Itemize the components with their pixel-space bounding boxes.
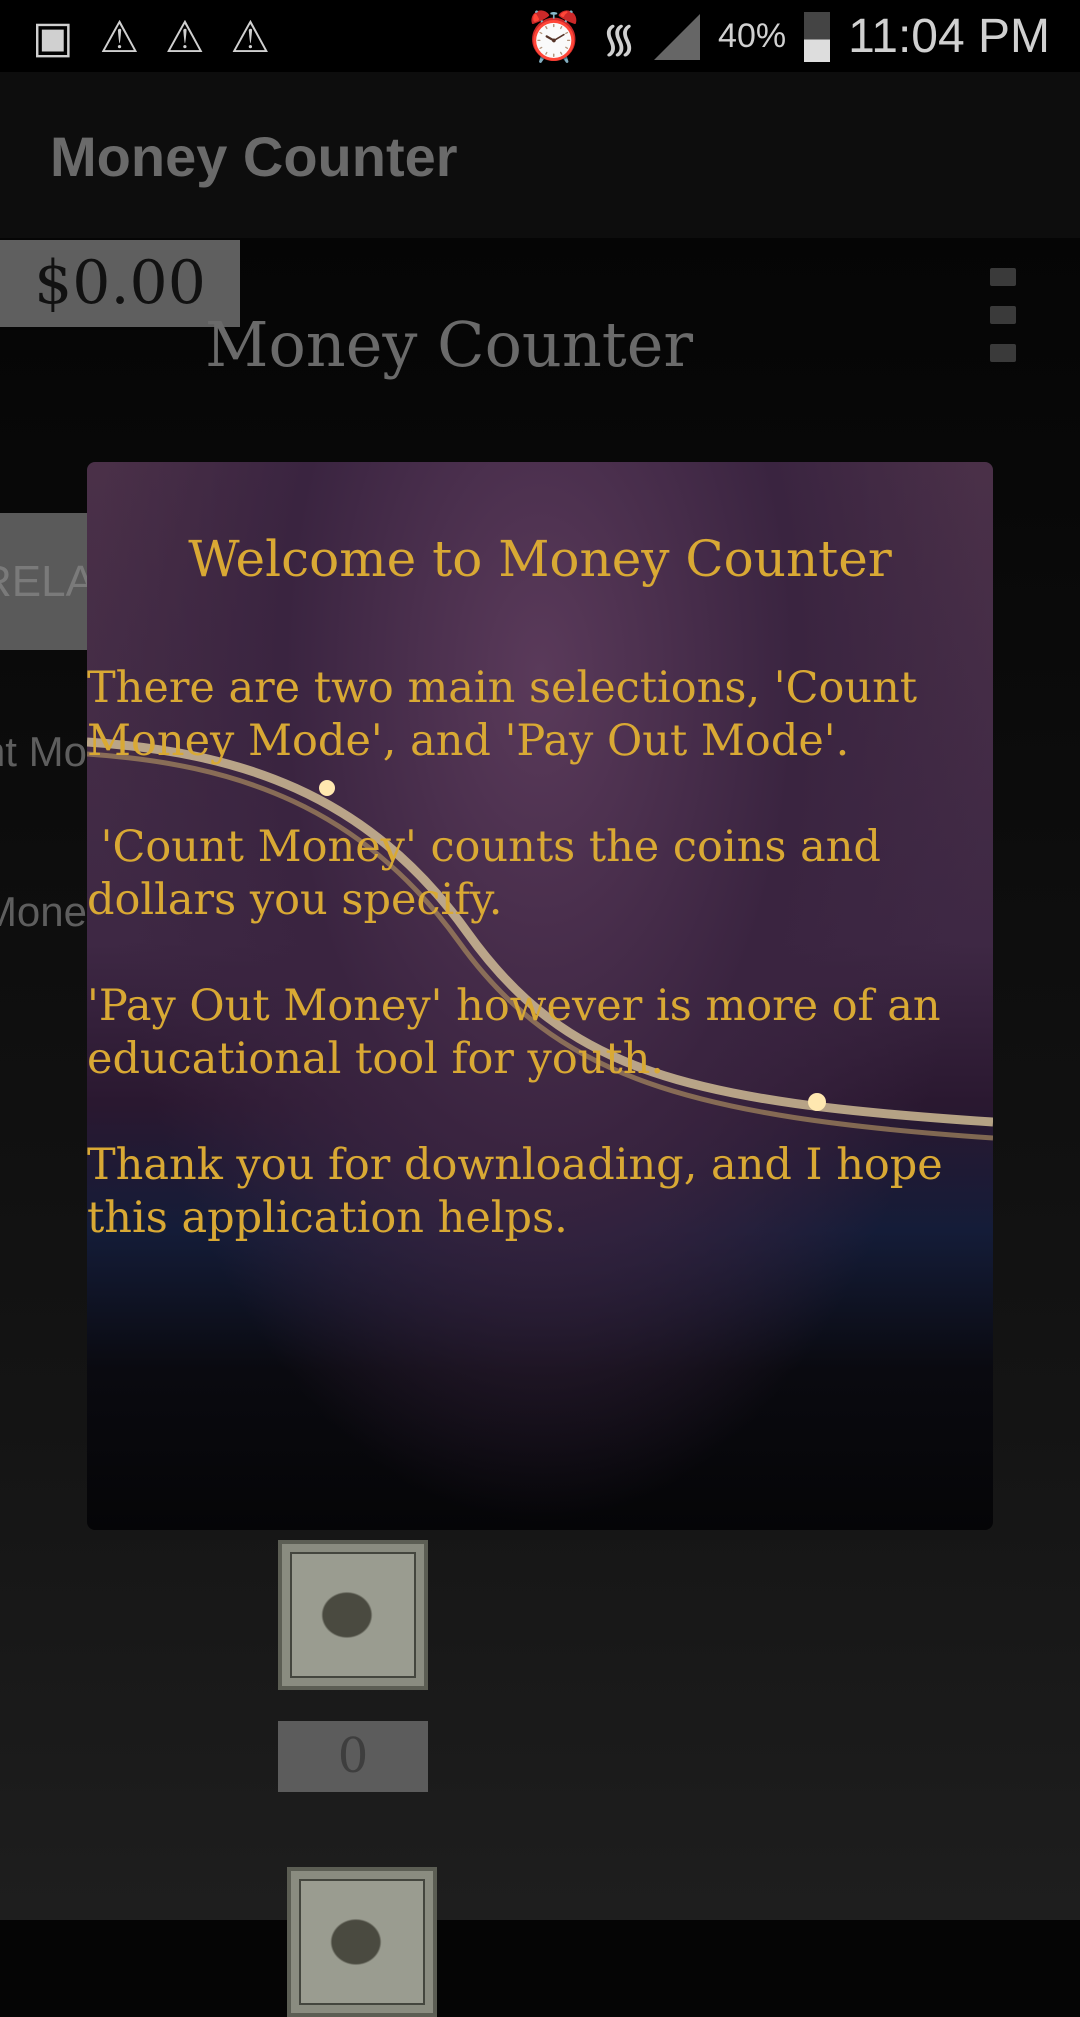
- dialog-paragraph: Thank you for downloading, and I hope th…: [87, 1140, 943, 1243]
- warning-icon: ⚠: [165, 13, 205, 62]
- dialog-title: Welcome to Money Counter: [188, 530, 892, 588]
- alarm-icon: ⏰: [524, 11, 584, 64]
- welcome-dialog: Welcome to Money Counter There are two m…: [87, 462, 993, 1530]
- battery-percent: 40%: [718, 17, 787, 55]
- warning-icon: ⚠: [230, 13, 270, 62]
- app-bar: Money Counter: [0, 72, 1080, 238]
- dialog-body: There are two main selections, 'Count Mo…: [87, 662, 967, 1298]
- bill-count-field[interactable]: 0: [278, 1721, 428, 1792]
- dialog-paragraph: 'Pay Out Money' however is more of an ed…: [87, 981, 941, 1084]
- battery-icon: [804, 11, 831, 62]
- status-bar: ▣ ⚠ ⚠ ⚠ ⏰ ᯾ 40% 11:04 PM: [0, 0, 1080, 72]
- overflow-menu-icon[interactable]: [990, 268, 1018, 382]
- pay-out-mode-option[interactable]: Mone: [0, 888, 87, 936]
- dialog-paragraph: There are two main selections, 'Count Mo…: [87, 663, 918, 766]
- app-title: Money Counter: [50, 125, 458, 188]
- total-amount: $0.00: [0, 240, 240, 327]
- count-money-mode-option[interactable]: nt Mo: [0, 728, 87, 776]
- page-title: Money Counter: [205, 308, 694, 381]
- five-dollar-bill-image[interactable]: [287, 1867, 437, 2017]
- image-icon: ▣: [32, 13, 74, 62]
- signal-icon: [654, 13, 701, 60]
- two-dollar-bill-image[interactable]: [278, 1540, 428, 1690]
- clock: 11:04 PM: [848, 10, 1050, 63]
- wifi-icon: ᯾: [602, 17, 637, 61]
- dialog-paragraph: 'Count Money' counts the coins and dolla…: [87, 822, 895, 925]
- warning-icon: ⚠: [99, 13, 140, 62]
- reset-button[interactable]: RELA: [0, 513, 87, 650]
